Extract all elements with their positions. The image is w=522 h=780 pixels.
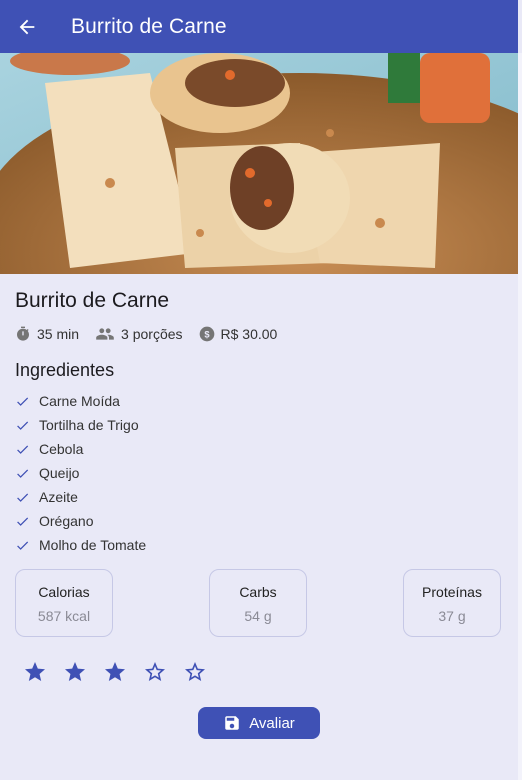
ingredient-name: Cebola	[39, 441, 84, 457]
nutrition-row: Calorias 587 kcal Carbs 54 g Proteínas 3…	[15, 569, 503, 639]
ingredient-name: Queijo	[39, 465, 80, 481]
star-outline-icon	[185, 662, 205, 681]
back-button[interactable]	[0, 0, 54, 53]
star-1[interactable]	[15, 658, 55, 686]
timer-icon	[17, 326, 29, 341]
recipe-image	[0, 53, 518, 274]
check-icon	[17, 396, 29, 406]
check-icon	[17, 420, 29, 430]
nutrition-card-proteins: Proteínas 37 g	[403, 569, 501, 637]
ingredient-item: Carne Moída	[15, 389, 146, 413]
check-icon	[17, 516, 29, 526]
servings-text: 3 porções	[121, 326, 183, 342]
recipe-meta: 35 min 3 porções $ R$ 30.00	[15, 326, 293, 342]
star-filled-icon	[105, 662, 125, 681]
recipe-title: Burrito de Carne	[15, 289, 170, 312]
nutrition-value: 54 g	[244, 608, 272, 624]
star-2[interactable]	[55, 658, 95, 686]
nutrition-value: 37 g	[438, 608, 466, 624]
nutrition-label: Carbs	[239, 584, 277, 600]
ingredient-name: Molho de Tomate	[39, 537, 147, 553]
rate-button[interactable]: Avaliar	[198, 707, 320, 739]
ingredients-list: Carne Moída Tortilha de Trigo Cebola Que…	[15, 389, 146, 557]
time-info: 35 min	[15, 326, 79, 342]
nutrition-label: Proteínas	[422, 584, 482, 600]
ingredient-name: Azeite	[39, 489, 78, 505]
star-outline-icon	[145, 662, 165, 681]
ingredients-title: Ingredientes	[15, 360, 115, 380]
people-icon	[96, 328, 114, 340]
star-3[interactable]	[95, 658, 135, 686]
time-text: 35 min	[37, 326, 80, 342]
save-icon	[225, 716, 239, 730]
price-info: $ R$ 30.00	[199, 326, 278, 342]
star-4[interactable]	[135, 658, 175, 686]
servings-info: 3 porções	[95, 326, 183, 342]
ingredient-item: Queijo	[15, 461, 146, 485]
arrow-back-icon	[19, 19, 35, 34]
nutrition-card-carbs: Carbs 54 g	[209, 569, 307, 637]
ingredient-name: Orégano	[39, 513, 94, 529]
price-text: R$ 30.00	[220, 326, 278, 342]
svg-text:$: $	[204, 329, 210, 339]
ingredient-item: Azeite	[15, 485, 146, 509]
ingredient-item: Orégano	[15, 509, 146, 533]
app-bar: Burrito de Carne	[0, 0, 518, 53]
rating-stars	[15, 658, 215, 686]
ingredient-item: Molho de Tomate	[15, 533, 146, 557]
ingredient-name: Tortilha de Trigo	[39, 417, 139, 433]
appbar-title: Burrito de Carne	[71, 14, 227, 38]
nutrition-value: 587 kcal	[37, 608, 91, 624]
check-icon	[17, 444, 29, 454]
nutrition-card-calories: Calorias 587 kcal	[15, 569, 113, 637]
ingredient-name: Carne Moída	[39, 393, 120, 409]
nutrition-label: Calorias	[38, 584, 90, 600]
check-icon	[17, 468, 29, 478]
check-icon	[17, 492, 29, 502]
rate-button-label: Avaliar	[249, 714, 295, 732]
scroll-edge	[518, 53, 522, 780]
money-icon: $	[199, 326, 214, 342]
ingredient-item: Tortilha de Trigo	[15, 413, 146, 437]
star-5[interactable]	[175, 658, 215, 686]
ingredient-item: Cebola	[15, 437, 146, 461]
star-filled-icon	[65, 662, 85, 681]
star-filled-icon	[25, 662, 45, 681]
check-icon	[17, 540, 29, 550]
